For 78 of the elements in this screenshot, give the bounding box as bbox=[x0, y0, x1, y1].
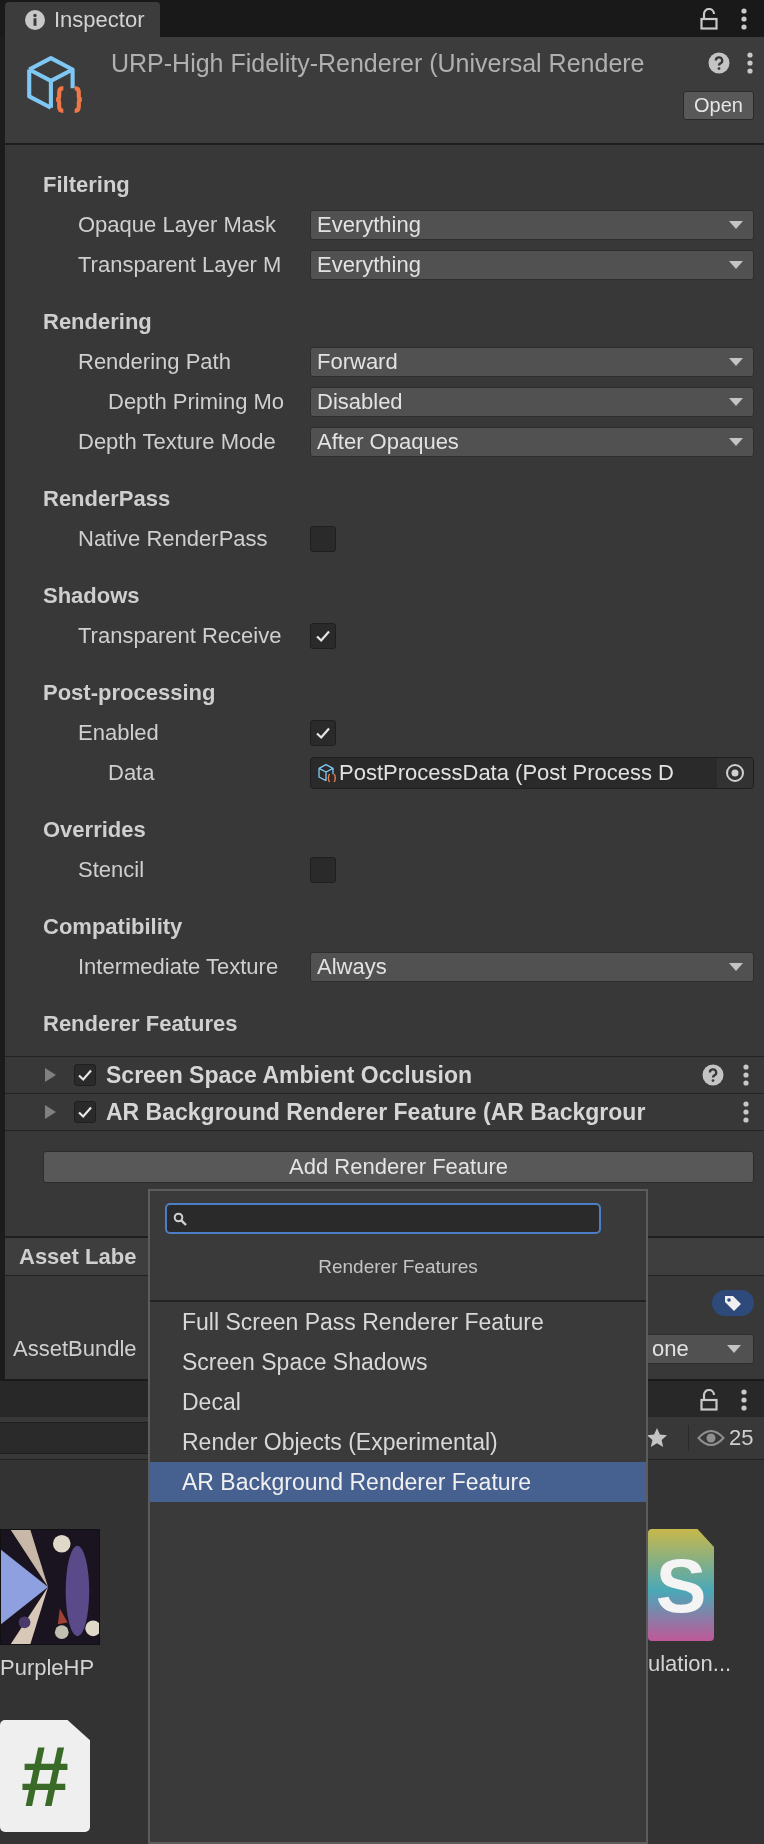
caret-icon bbox=[729, 221, 743, 229]
section-header: RenderPass bbox=[42, 485, 172, 513]
dropdown[interactable]: Disabled bbox=[310, 387, 754, 417]
menu-title: Renderer Features bbox=[318, 1256, 478, 1278]
object-field[interactable]: PostProcessData (Post Process D bbox=[310, 757, 754, 789]
open-button[interactable]: Open bbox=[683, 91, 754, 120]
menu-item[interactable]: Render Objects (Experimental) bbox=[150, 1422, 646, 1462]
expand-arrow-icon[interactable] bbox=[45, 1068, 56, 1082]
caret-icon bbox=[729, 261, 743, 269]
expand-arrow-icon[interactable] bbox=[45, 1105, 56, 1119]
field-label: Depth Priming Mo bbox=[108, 389, 286, 415]
asset-name: ulation... bbox=[648, 1651, 732, 1677]
inspector-tab[interactable]: Inspector bbox=[5, 2, 160, 37]
field-label: AssetBundle bbox=[13, 1336, 137, 1362]
checkbox[interactable] bbox=[74, 1101, 96, 1123]
menu-icon[interactable] bbox=[742, 1101, 750, 1123]
dropdown[interactable]: Always bbox=[310, 952, 754, 982]
section-header: Compatibility bbox=[42, 913, 184, 941]
field-label: Rendering Path bbox=[78, 349, 232, 375]
menu-item[interactable]: AR Background Renderer Feature bbox=[150, 1462, 646, 1502]
eye-icon[interactable] bbox=[697, 1429, 725, 1447]
menu-item[interactable]: Decal bbox=[150, 1382, 646, 1422]
asset-name: PurpleHP bbox=[0, 1655, 95, 1681]
caret-icon bbox=[729, 358, 743, 366]
field-label: Data bbox=[108, 760, 156, 786]
field-label: Native RenderPass bbox=[78, 526, 269, 552]
field-label: Transparent Receive bbox=[78, 623, 283, 649]
caret-icon bbox=[729, 963, 743, 971]
field-label: Transparent Layer M bbox=[78, 252, 283, 278]
search-icon bbox=[173, 1212, 187, 1226]
menu-icon[interactable] bbox=[740, 1389, 748, 1411]
caret-icon bbox=[727, 1345, 741, 1353]
field-label: Opaque Layer Mask bbox=[78, 212, 278, 238]
help-icon[interactable] bbox=[702, 1064, 724, 1086]
dropdown[interactable]: After Opaques bbox=[310, 427, 754, 457]
help-icon[interactable] bbox=[708, 52, 730, 74]
checkbox[interactable] bbox=[310, 720, 336, 746]
asset-title: URP-High Fidelity-Renderer (Universal Rendere bbox=[111, 49, 646, 78]
object-picker-icon[interactable] bbox=[725, 763, 745, 783]
caret-icon bbox=[729, 398, 743, 406]
field-label: Depth Texture Mode bbox=[78, 429, 277, 455]
star-icon[interactable] bbox=[646, 1427, 668, 1449]
feature-name: AR Background Renderer Feature (AR Backgrour bbox=[106, 1098, 647, 1126]
search-field[interactable] bbox=[165, 1203, 601, 1234]
menu-icon[interactable] bbox=[740, 8, 748, 30]
info-icon bbox=[25, 9, 45, 30]
renderer-feature-row[interactable]: AR Background Renderer Feature (AR Backgrour bbox=[5, 1094, 764, 1131]
renderer-feature-row[interactable]: Screen Space Ambient Occlusion bbox=[5, 1057, 764, 1094]
caret-icon bbox=[729, 438, 743, 446]
field-label: Stencil bbox=[78, 857, 146, 883]
checkbox[interactable] bbox=[310, 857, 336, 883]
section-header: Shadows bbox=[42, 582, 141, 610]
dropdown[interactable]: Everything bbox=[310, 250, 754, 280]
menu-icon[interactable] bbox=[746, 52, 754, 74]
section-header: Post-processing bbox=[42, 679, 217, 707]
field-label: Enabled bbox=[78, 720, 160, 746]
section-header: Overrides bbox=[42, 816, 147, 844]
section-header: Rendering bbox=[42, 308, 153, 336]
section-header: Filtering bbox=[42, 171, 131, 199]
checkbox[interactable] bbox=[74, 1064, 96, 1086]
lock-icon[interactable] bbox=[700, 1389, 718, 1411]
tag-icon[interactable] bbox=[723, 1294, 743, 1312]
dropdown[interactable]: Everything bbox=[310, 210, 754, 240]
tab-label: Inspector bbox=[54, 6, 145, 33]
section-header: Renderer Features bbox=[42, 1010, 239, 1038]
visible-count: 25 bbox=[729, 1425, 754, 1451]
field-label: Intermediate Texture bbox=[78, 954, 280, 980]
section-header: Asset Labe bbox=[19, 1243, 137, 1270]
add-renderer-feature-button[interactable]: Add Renderer Feature bbox=[43, 1151, 754, 1183]
lock-icon[interactable] bbox=[700, 8, 718, 30]
checkbox[interactable] bbox=[310, 623, 336, 649]
checkbox[interactable] bbox=[310, 526, 336, 552]
script-file-icon[interactable]: # bbox=[0, 1720, 90, 1832]
menu-icon[interactable] bbox=[742, 1064, 750, 1086]
asset-icon bbox=[317, 763, 337, 783]
dropdown[interactable]: Forward bbox=[310, 347, 754, 377]
feature-name: Screen Space Ambient Occlusion bbox=[106, 1061, 473, 1089]
object-value: PostProcessData (Post Process D bbox=[311, 760, 717, 786]
